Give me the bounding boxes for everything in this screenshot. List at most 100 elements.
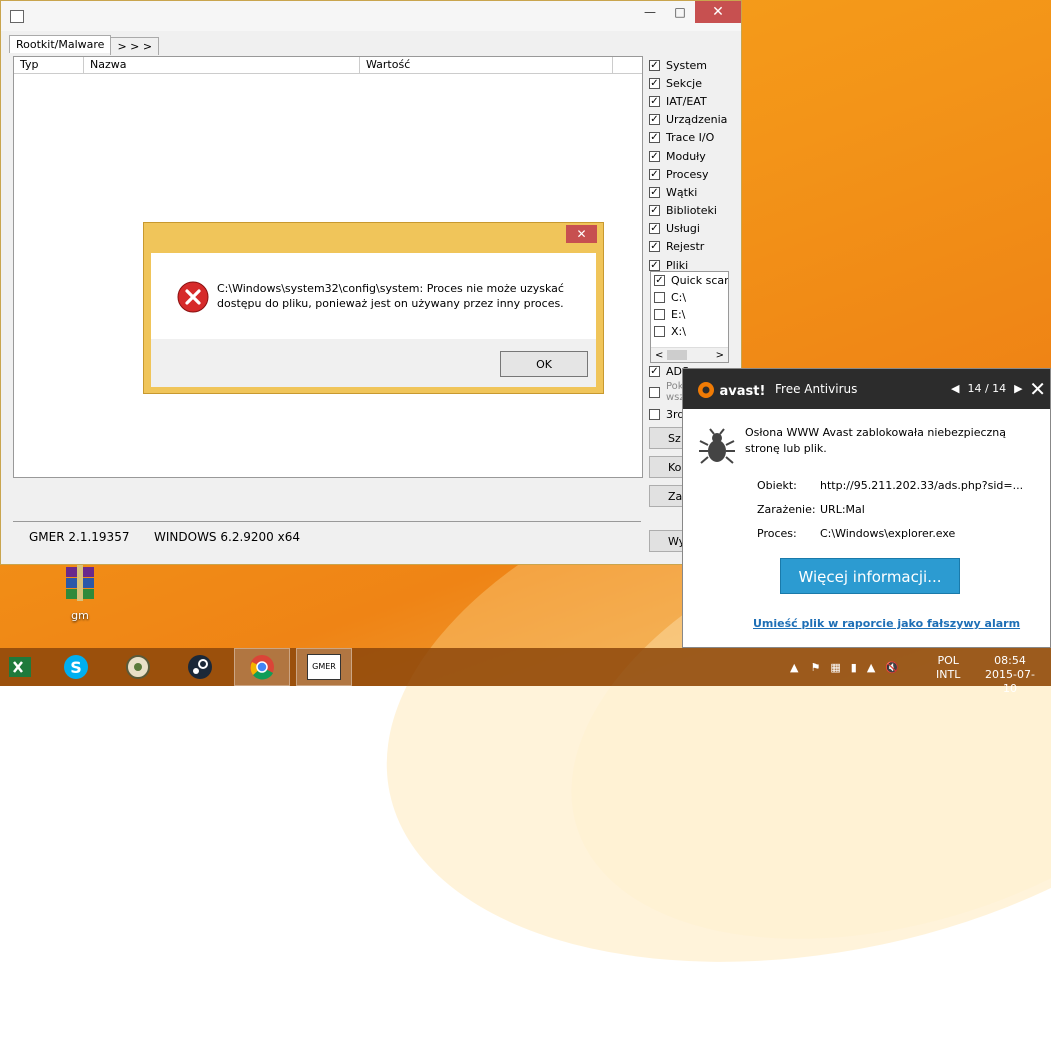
error-message: C:\Windows\system32\config\system: Proce… xyxy=(217,282,564,310)
horizontal-scrollbar[interactable]: < > xyxy=(651,347,728,362)
option-moduly[interactable]: ✓ Moduły xyxy=(649,147,737,165)
column-typ[interactable]: Typ xyxy=(14,57,84,73)
avast-logo-icon xyxy=(698,382,714,398)
prev-icon[interactable]: ◀ xyxy=(951,382,959,395)
close-button[interactable]: ✕ xyxy=(695,1,741,23)
checkbox[interactable]: ✓ xyxy=(649,95,660,107)
column-wartosc[interactable]: Wartość xyxy=(360,57,613,73)
taskbar-steam[interactable] xyxy=(172,648,228,686)
volume-muted-icon[interactable]: 🔇 xyxy=(885,661,899,674)
taskbar-chrome[interactable] xyxy=(234,648,290,686)
taskbar-excel[interactable] xyxy=(0,648,40,686)
taskbar-media[interactable] xyxy=(110,648,166,686)
drive-x[interactable]: X:\ xyxy=(651,323,728,340)
winrar-archive-icon xyxy=(60,563,100,603)
option-sekcje[interactable]: ✓ Sekcje xyxy=(649,74,737,92)
checkbox[interactable]: ✓ xyxy=(649,259,660,271)
dialog-body: C:\Windows\system32\config\system: Proce… xyxy=(151,253,596,387)
ok-button[interactable]: OK xyxy=(500,351,588,377)
gmer-titlebar[interactable]: — □ ✕ xyxy=(1,1,741,31)
avast-notification: avast! Free Antivirus ◀ 14 / 14 ▶ ✕ Osłona… xyxy=(682,368,1051,648)
maximize-button[interactable]: □ xyxy=(665,1,695,23)
chrome-icon xyxy=(250,655,274,680)
checkbox[interactable]: ✓ xyxy=(649,114,660,126)
checkbox[interactable]: ✓ xyxy=(649,223,660,235)
checkbox[interactable]: ✓ xyxy=(649,186,660,198)
windows-icon[interactable]: ▦ xyxy=(830,661,840,674)
option-trace-io[interactable]: ✓ Trace I/O xyxy=(649,129,737,147)
status-os: WINDOWS 6.2.9200 x64 xyxy=(154,530,300,544)
checkbox[interactable]: ✓ xyxy=(649,205,660,217)
checkbox[interactable]: ✓ xyxy=(649,365,660,377)
drive-quick-scan[interactable]: ✓ Quick scan xyxy=(651,272,728,289)
scan-options: ✓ System ✓ Sekcje ✓ IAT/EAT ✓ Urządzenia ✓ Tr… xyxy=(649,56,737,274)
flag-icon[interactable]: ⚑ xyxy=(810,661,820,674)
svg-text:S: S xyxy=(70,658,82,677)
option-watki[interactable]: ✓ Wątki xyxy=(649,183,737,201)
clock[interactable]: 08:54 2015-07-10 xyxy=(980,654,1040,696)
network-icon[interactable]: ▲ xyxy=(867,661,875,674)
next-icon[interactable]: ▶ xyxy=(1014,382,1022,395)
gmer-icon: GMER xyxy=(307,654,341,680)
gmer-tabs: Rootkit/Malware > > > xyxy=(9,35,160,55)
drive-e[interactable]: E:\ xyxy=(651,306,728,323)
option-procesy[interactable]: ✓ Procesy xyxy=(649,165,737,183)
status-bar: GMER 2.1.19357 WINDOWS 6.2.9200 x64 xyxy=(13,521,641,557)
checkbox[interactable] xyxy=(654,309,665,320)
desktop-icon-gm[interactable]: gm xyxy=(55,563,105,622)
battery-icon[interactable]: ▮ xyxy=(851,661,857,674)
drive-c[interactable]: C:\ xyxy=(651,289,728,306)
dialog-close-button[interactable]: ✕ xyxy=(566,225,597,243)
drive-list[interactable]: ✓ Quick scan C:\ E:\ X:\ < > xyxy=(650,271,729,363)
bug-icon xyxy=(697,427,737,470)
option-rejestr[interactable]: ✓ Rejestr xyxy=(649,238,737,256)
taskbar-skype[interactable]: S xyxy=(48,648,104,686)
more-info-button[interactable]: Więcej informacji... xyxy=(780,558,960,594)
desktop-icon-label: gm xyxy=(71,609,89,622)
system-tray: ▲ ⚑ ▦ ▮ ▲ 🔇 xyxy=(790,648,899,686)
error-icon xyxy=(177,281,209,313)
scroll-left-icon[interactable]: < xyxy=(655,350,663,361)
gmer-app-icon xyxy=(10,10,24,23)
results-header: Typ Nazwa Wartość xyxy=(14,57,642,74)
avast-logo: avast! xyxy=(697,381,765,399)
media-icon xyxy=(126,655,150,679)
checkbox[interactable]: ✓ xyxy=(649,168,660,180)
checkbox[interactable] xyxy=(649,408,660,420)
false-alarm-link[interactable]: Umieść plik w raporcie jako fałszywy ala… xyxy=(753,617,1020,630)
minimize-button[interactable]: — xyxy=(635,1,665,23)
checkbox[interactable]: ✓ xyxy=(649,77,660,89)
avast-product: Free Antivirus xyxy=(775,382,858,396)
tab-more[interactable]: > > > xyxy=(110,37,160,55)
option-iat-eat[interactable]: ✓ IAT/EAT xyxy=(649,92,737,110)
skype-icon: S xyxy=(64,655,88,679)
avast-pager: ◀ 14 / 14 ▶ xyxy=(951,382,1023,395)
scroll-right-icon[interactable]: > xyxy=(716,350,724,361)
show-hidden-icons[interactable]: ▲ xyxy=(790,661,798,674)
steam-icon xyxy=(188,655,212,679)
excel-icon xyxy=(9,657,31,677)
input-language[interactable]: POL INTL xyxy=(936,654,960,682)
option-uslugi[interactable]: ✓ Usługi xyxy=(649,220,737,238)
checkbox[interactable] xyxy=(654,326,665,337)
option-biblioteki[interactable]: ✓ Biblioteki xyxy=(649,202,737,220)
option-system[interactable]: ✓ System xyxy=(649,56,737,74)
scrollbar-thumb[interactable] xyxy=(667,350,687,360)
taskbar-gmer[interactable]: GMER xyxy=(296,648,352,686)
avast-close-icon[interactable]: ✕ xyxy=(1029,377,1046,401)
detail-object: Obiekt: http://95.211.202.33/ads.php?sid=… xyxy=(757,479,1024,492)
option-urzadzenia[interactable]: ✓ Urządzenia xyxy=(649,111,737,129)
checkbox[interactable] xyxy=(654,292,665,303)
checkbox[interactable]: ✓ xyxy=(649,59,660,71)
checkbox[interactable]: ✓ xyxy=(649,132,660,144)
checkbox[interactable]: ✓ xyxy=(649,241,660,253)
error-dialog: ✕ C:\Windows\system32\config\system: Pro… xyxy=(143,222,604,394)
checkbox[interactable]: ✓ xyxy=(649,150,660,162)
option-pok-line1: Pok xyxy=(666,381,684,392)
column-nazwa[interactable]: Nazwa xyxy=(84,57,360,73)
checkbox[interactable]: ✓ xyxy=(654,275,665,286)
taskbar: S GMER ▲ ⚑ ▦ ▮ ▲ 🔇 POL INTL 08:54 2015-07-… xyxy=(0,648,1051,695)
detail-process: Proces: C:\Windows\explorer.exe xyxy=(757,527,956,540)
tab-rootkit-malware[interactable]: Rootkit/Malware xyxy=(9,35,112,53)
checkbox[interactable] xyxy=(649,387,660,398)
